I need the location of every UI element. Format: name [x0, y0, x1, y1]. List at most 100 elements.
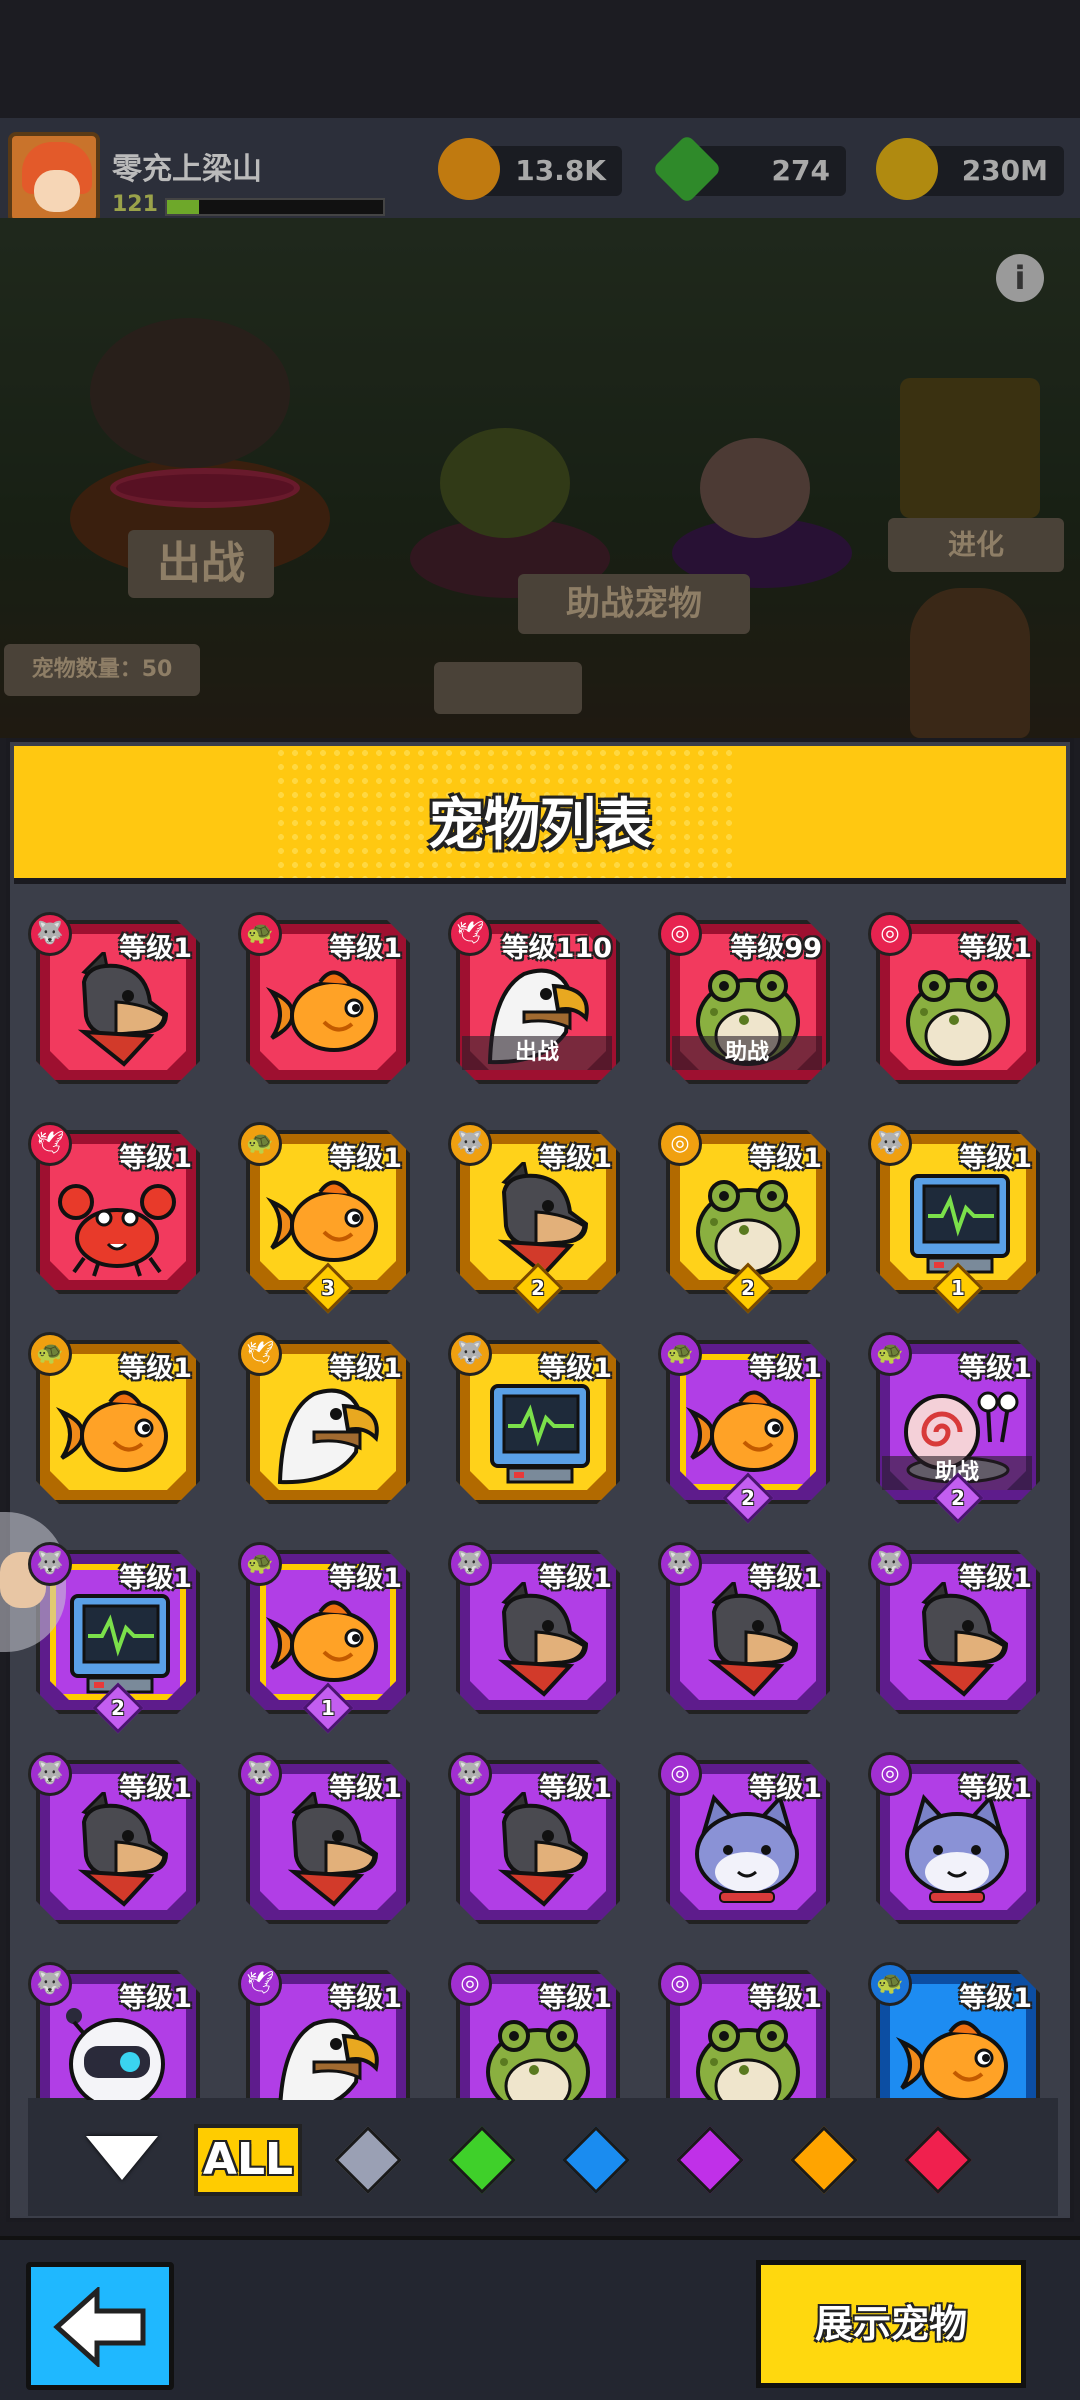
- pet-level: 等级1: [539, 1983, 612, 2014]
- pet-card[interactable]: ◎ 等级1: [868, 1752, 1046, 1930]
- coin-resource[interactable]: 13.8K: [438, 138, 622, 200]
- dog-pet-icon: [54, 1788, 180, 1912]
- pet-type-badge-icon: 🐢: [238, 912, 282, 956]
- coin-icon: [438, 138, 500, 200]
- evolve-label[interactable]: 进化: [888, 518, 1064, 572]
- pet-type-badge-icon: 🐺: [658, 1542, 702, 1586]
- robot-pet-icon: [54, 2002, 180, 2100]
- filter-orange-gem-icon[interactable]: [790, 2126, 858, 2194]
- pet-card[interactable]: 🐢等级1助战2: [868, 1332, 1046, 1524]
- filter-gray-gem-icon[interactable]: [334, 2126, 402, 2194]
- filter-green-gem-icon[interactable]: [448, 2126, 516, 2194]
- bottom-bar: 展示宠物: [0, 2236, 1080, 2400]
- rarity-filter-bar: ALL: [28, 2098, 1058, 2216]
- battle-label[interactable]: 出战: [128, 530, 274, 598]
- xp-bar: [165, 198, 385, 216]
- pet-level: 等级1: [329, 1353, 402, 1384]
- pet-card[interactable]: ◎ 等级1: [658, 1752, 836, 1930]
- pet-level: 等级1: [119, 1353, 192, 1384]
- pet-level: 等级1: [539, 1563, 612, 1594]
- gold-plus-icon: [876, 138, 938, 200]
- pet-card[interactable]: 🐢 等级1 1: [238, 1542, 416, 1734]
- show-pet-button[interactable]: 展示宠物: [756, 2260, 1026, 2388]
- pet-card[interactable]: ◎ 等级99 助战: [658, 912, 836, 1090]
- player-avatar[interactable]: [8, 132, 100, 224]
- pet-card[interactable]: 🐺 等级1: [658, 1542, 836, 1720]
- pet-grid[interactable]: 🐺 等级1 🐢 等级1 🕊 等级110 出战 ◎ 等级99 助战 ◎ 等级1 🕊 等级1 🐢 等级1 3 🐺 等级1…: [28, 912, 1062, 2100]
- pet-star-count: 1: [321, 1696, 335, 1720]
- pet-card[interactable]: 🐢 等级1 3: [238, 1122, 416, 1314]
- filter-blue-gem-icon[interactable]: [562, 2126, 630, 2194]
- pet-level: 等级1: [959, 1143, 1032, 1174]
- back-button[interactable]: [26, 2262, 174, 2390]
- fish-pet-icon: [264, 952, 390, 1072]
- filter-red-gem-icon[interactable]: [904, 2126, 972, 2194]
- pet-card[interactable]: 🐺 等级1: [28, 912, 206, 1090]
- pet-star-count: 1: [951, 1276, 965, 1300]
- pet-card[interactable]: ◎ 等级1: [658, 1962, 836, 2100]
- pet-type-badge-icon: 🐢: [658, 1332, 702, 1376]
- pet-card[interactable]: 🐺 等级1: [448, 1752, 626, 1930]
- pet-card[interactable]: 🕊 等级1: [28, 1122, 206, 1300]
- pet-card[interactable]: ◎ 等级1 2: [658, 1122, 836, 1314]
- gem-resource[interactable]: 274: [651, 133, 846, 205]
- frog-pet-icon: [894, 952, 1020, 1072]
- filter-all-button[interactable]: ALL: [194, 2124, 302, 2196]
- pet-card[interactable]: 🐺 等级1: [28, 1962, 206, 2100]
- pet-type-badge-icon: 🐺: [28, 912, 72, 956]
- pet-card[interactable]: 🐺 等级1: [238, 1752, 416, 1930]
- pet-card[interactable]: 🐢 等级1: [28, 1332, 206, 1510]
- pet-card[interactable]: 🐺 等级1: [448, 1542, 626, 1720]
- pet-card[interactable]: 🕊 等级1: [238, 1962, 416, 2100]
- pet-status-label: 出战: [462, 1036, 612, 1070]
- pet-type-badge-icon: ◎: [868, 1752, 912, 1796]
- player-name: 零充上梁山: [112, 152, 262, 187]
- pet-level: 等级99: [730, 933, 822, 964]
- eagle-pet-icon: [264, 1372, 390, 1492]
- pet-status-label: 助战: [672, 1036, 822, 1070]
- pet-type-badge-icon: ◎: [658, 1962, 702, 2006]
- panel-title: 宠物列表: [428, 793, 652, 858]
- pet-level: 等级110: [501, 933, 612, 964]
- pet-card[interactable]: 🐺 等级1: [448, 1332, 626, 1510]
- pet-card[interactable]: 🐺 等级1 1: [868, 1122, 1046, 1314]
- pet-card[interactable]: 🐢 等级1 2: [658, 1332, 836, 1524]
- pet-type-badge-icon: ◎: [658, 912, 702, 956]
- pet-type-badge-icon: 🐺: [28, 1962, 72, 2006]
- dog-pet-icon: [474, 1788, 600, 1912]
- pet-type-badge-icon: 🕊: [448, 912, 492, 956]
- pet-star-count: 2: [531, 1276, 545, 1300]
- scene-button[interactable]: [434, 662, 582, 714]
- pet-card[interactable]: ◎ 等级1: [868, 912, 1046, 1090]
- pet-card[interactable]: 🐢 等级1: [868, 1962, 1046, 2100]
- pet-level: 等级1: [119, 933, 192, 964]
- pet-level: 等级1: [749, 1563, 822, 1594]
- pet-star-count: 3: [321, 1276, 335, 1300]
- avatar-face: [34, 170, 80, 212]
- pet-card[interactable]: 🐢 等级1: [238, 912, 416, 1090]
- filter-purple-gem-icon[interactable]: [676, 2126, 744, 2194]
- status-bar: [0, 0, 1080, 118]
- pet-type-badge-icon: 🐺: [448, 1332, 492, 1376]
- pet-type-badge-icon: ◎: [658, 1122, 702, 1166]
- top-hud: 零充上梁山 121 13.8K 274 230M: [0, 118, 1080, 224]
- gold-resource[interactable]: 230M: [876, 138, 1064, 200]
- info-icon[interactable]: i: [996, 254, 1044, 302]
- pet-card[interactable]: 🐺 等级1: [28, 1752, 206, 1930]
- pet-card[interactable]: 🐺 等级1: [868, 1542, 1046, 1720]
- pet-card[interactable]: 🐺 等级1 2: [28, 1542, 206, 1734]
- pet-level: 等级1: [959, 1563, 1032, 1594]
- pet-type-badge-icon: 🐺: [448, 1542, 492, 1586]
- pet-card[interactable]: 🕊 等级110 出战: [448, 912, 626, 1090]
- gem-value: 274: [771, 154, 830, 187]
- pet-star-count: 2: [741, 1276, 755, 1300]
- assist-pets-label[interactable]: 助战宠物: [518, 574, 750, 634]
- pet-card[interactable]: 🐺 等级1 2: [448, 1122, 626, 1314]
- sort-down-arrow-icon[interactable]: [86, 2136, 158, 2180]
- pet-card[interactable]: 🕊 等级1: [238, 1332, 416, 1510]
- dog-pet-icon: [264, 1788, 390, 1912]
- pet-level: 等级1: [959, 933, 1032, 964]
- pet-card[interactable]: ◎ 等级1: [448, 1962, 626, 2100]
- frog-pet-icon: [474, 2002, 600, 2100]
- coin-value: 13.8K: [515, 154, 606, 187]
